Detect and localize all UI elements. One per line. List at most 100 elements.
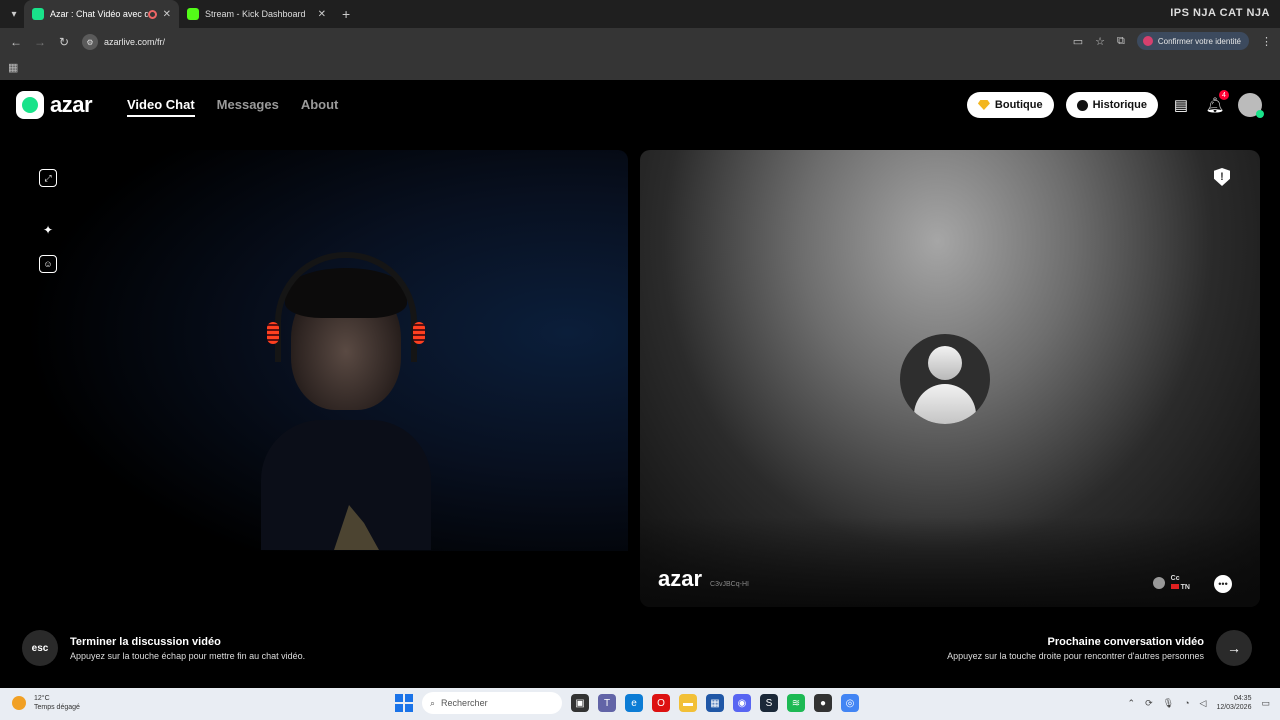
browser-menu-icon[interactable]: ⋮	[1261, 35, 1272, 48]
profile-icon	[1142, 36, 1153, 46]
nav-video-chat[interactable]: Video Chat	[127, 97, 195, 117]
face-filter-icon[interactable]: ☺	[39, 255, 57, 273]
sync-icon[interactable]: ⟳	[1145, 698, 1153, 709]
history-label: Historique	[1092, 99, 1147, 111]
gem-icon	[977, 100, 990, 110]
url-text: azarlive.com/fr/	[104, 37, 166, 47]
new-tab-button[interactable]: +	[342, 6, 350, 22]
temperature: 12°C	[34, 695, 50, 702]
confirm-identity-button[interactable]: Confirmer votre identité	[1136, 32, 1249, 50]
tab-title: Stream - Kick Dashboard	[205, 9, 306, 19]
expand-icon[interactable]: ⤢	[39, 169, 57, 187]
watermark-logo: azar	[658, 566, 703, 591]
reload-icon[interactable]: ↻	[52, 35, 76, 49]
store-icon[interactable]: ▦	[706, 694, 724, 712]
system-clock[interactable]: 04:35 12/03/2026	[1216, 694, 1251, 712]
close-tab-icon[interactable]: ✕	[318, 9, 326, 20]
logo-text: azar	[50, 92, 93, 117]
microphone-icon[interactable]: 🎙︎	[1163, 698, 1174, 709]
taskbar-search[interactable]: ⌕ Rechercher	[422, 692, 562, 714]
start-windows-icon[interactable]	[395, 694, 413, 712]
extensions-icon[interactable]: ⧉	[1117, 35, 1125, 48]
chat-bubble-icon[interactable]: •••	[1214, 575, 1232, 593]
tab-azar[interactable]: Azar : Chat Vidéo avec de ✕	[24, 0, 179, 28]
shop-button[interactable]: Boutique	[966, 92, 1054, 118]
nav-about[interactable]: About	[301, 97, 339, 117]
weather-text: Temps dégagé	[34, 704, 80, 711]
confirm-identity-label: Confirmer votre identité	[1157, 36, 1241, 46]
tab-search-icon[interactable]: ▾	[4, 4, 24, 24]
azar-favicon-icon	[32, 8, 44, 20]
shop-label: Boutique	[994, 99, 1043, 111]
peer-info[interactable]: Cc TN	[1152, 574, 1190, 592]
sun-icon	[12, 696, 26, 710]
session-id: C3vJBCq-HI	[710, 581, 749, 588]
peer-video: ! azar C3vJBCq-HI Cc TN •••	[640, 150, 1260, 607]
chrome-icon[interactable]: ◎	[841, 694, 859, 712]
back-icon[interactable]: ←	[4, 35, 28, 49]
peer-name: Cc	[1170, 575, 1180, 582]
next-chat-action[interactable]: Prochaine conversation vidéo Appuyez sur…	[947, 630, 1252, 666]
volume-icon[interactable]: ◁	[1200, 698, 1207, 709]
main-nav: Video Chat Messages About	[127, 97, 338, 117]
tab-kick[interactable]: Stream - Kick Dashboard ✕	[179, 0, 334, 28]
notification-bell-icon[interactable]: 🔔︎ 4	[1204, 90, 1229, 116]
tab-title: Azar : Chat Vidéo avec de	[50, 9, 148, 19]
taskbar: 12°C Temps dégagé ⌕ Rechercher ▣ T e O ▬…	[0, 688, 1280, 720]
end-chat-subtitle: Appuyez sur la touche échap pour mettre …	[70, 650, 306, 661]
browser-tab-bar: ▾ Azar : Chat Vidéo avec de ✕ Stream - K…	[0, 0, 1280, 28]
effects-wand-icon[interactable]: ✦	[39, 221, 57, 239]
history-button[interactable]: Historique	[1065, 92, 1158, 118]
search-placeholder: Rechercher	[441, 698, 488, 708]
edge-icon[interactable]: e	[625, 694, 643, 712]
app-header: azar Video Chat Messages About Boutique …	[0, 80, 1280, 130]
esc-key-button[interactable]: esc	[22, 630, 58, 666]
cast-icon[interactable]: ▭	[1073, 35, 1083, 48]
spotify-icon[interactable]: ≋	[787, 694, 805, 712]
end-chat-title: Terminer la discussion vidéo	[70, 635, 221, 648]
kick-favicon-icon	[187, 8, 199, 20]
forward-icon[interactable]: →	[28, 35, 52, 49]
teams-icon[interactable]: T	[598, 694, 616, 712]
user-avatar[interactable]	[1238, 93, 1264, 118]
notification-badge: 4	[1219, 90, 1229, 100]
bookmarks-bar: ▦	[0, 56, 1280, 80]
peer-placeholder-avatar	[900, 334, 990, 424]
steam-icon[interactable]: S	[760, 694, 778, 712]
peer-watermark: azar C3vJBCq-HI	[658, 566, 749, 592]
opera-icon[interactable]: O	[652, 694, 670, 712]
end-chat-action[interactable]: esc Terminer la discussion vidéo Appuyez…	[22, 630, 305, 666]
recording-icon	[147, 9, 157, 19]
country-flag-icon	[1170, 584, 1179, 589]
peer-country: TN	[1180, 584, 1190, 591]
site-info-icon[interactable]: ⚙	[82, 34, 98, 50]
file-explorer-icon[interactable]: ▬	[679, 694, 697, 712]
discord-icon[interactable]: ◉	[733, 694, 751, 712]
notifications-icon[interactable]: ▭	[1261, 698, 1270, 709]
arrow-right-icon[interactable]: →	[1216, 630, 1252, 666]
close-tab-icon[interactable]: ✕	[163, 9, 171, 20]
self-camera-feed	[261, 240, 431, 550]
url-field[interactable]: ⚙ azarlive.com/fr/	[82, 31, 1112, 53]
report-shield-icon[interactable]: !	[1214, 168, 1230, 186]
network-icon[interactable]: ◔	[1184, 698, 1189, 708]
azar-logo-icon	[16, 91, 44, 119]
obs-icon[interactable]: ●	[814, 694, 832, 712]
azar-logo[interactable]: azar	[16, 91, 93, 119]
clock-time: 04:35	[1233, 695, 1252, 702]
inbox-icon[interactable]: ▤	[1170, 94, 1192, 116]
clock-icon	[1076, 99, 1088, 111]
address-bar-row: ← → ↻ ⚙ azarlive.com/fr/ ▭ ☆ ⧉ Confirmer…	[0, 28, 1280, 56]
chevron-up-icon[interactable]: ⌃	[1128, 698, 1136, 709]
next-chat-subtitle: Appuyez sur la touche droite pour rencon…	[947, 650, 1204, 661]
peer-user-icon	[1152, 577, 1165, 589]
weather-widget[interactable]: 12°C Temps dégagé	[12, 694, 80, 712]
bookmark-star-icon[interactable]: ☆	[1095, 35, 1105, 48]
clock-date: 12/03/2026	[1216, 704, 1252, 711]
apps-grid-icon[interactable]: ▦	[8, 61, 18, 74]
nav-messages[interactable]: Messages	[217, 97, 279, 117]
self-video: ⤢ ✦ ☺	[21, 150, 628, 607]
azar-app: azar Video Chat Messages About Boutique …	[0, 80, 1280, 688]
task-view-icon[interactable]: ▣	[571, 694, 589, 712]
extension-indicator: IPS NJA CAT NJA	[1170, 7, 1270, 19]
